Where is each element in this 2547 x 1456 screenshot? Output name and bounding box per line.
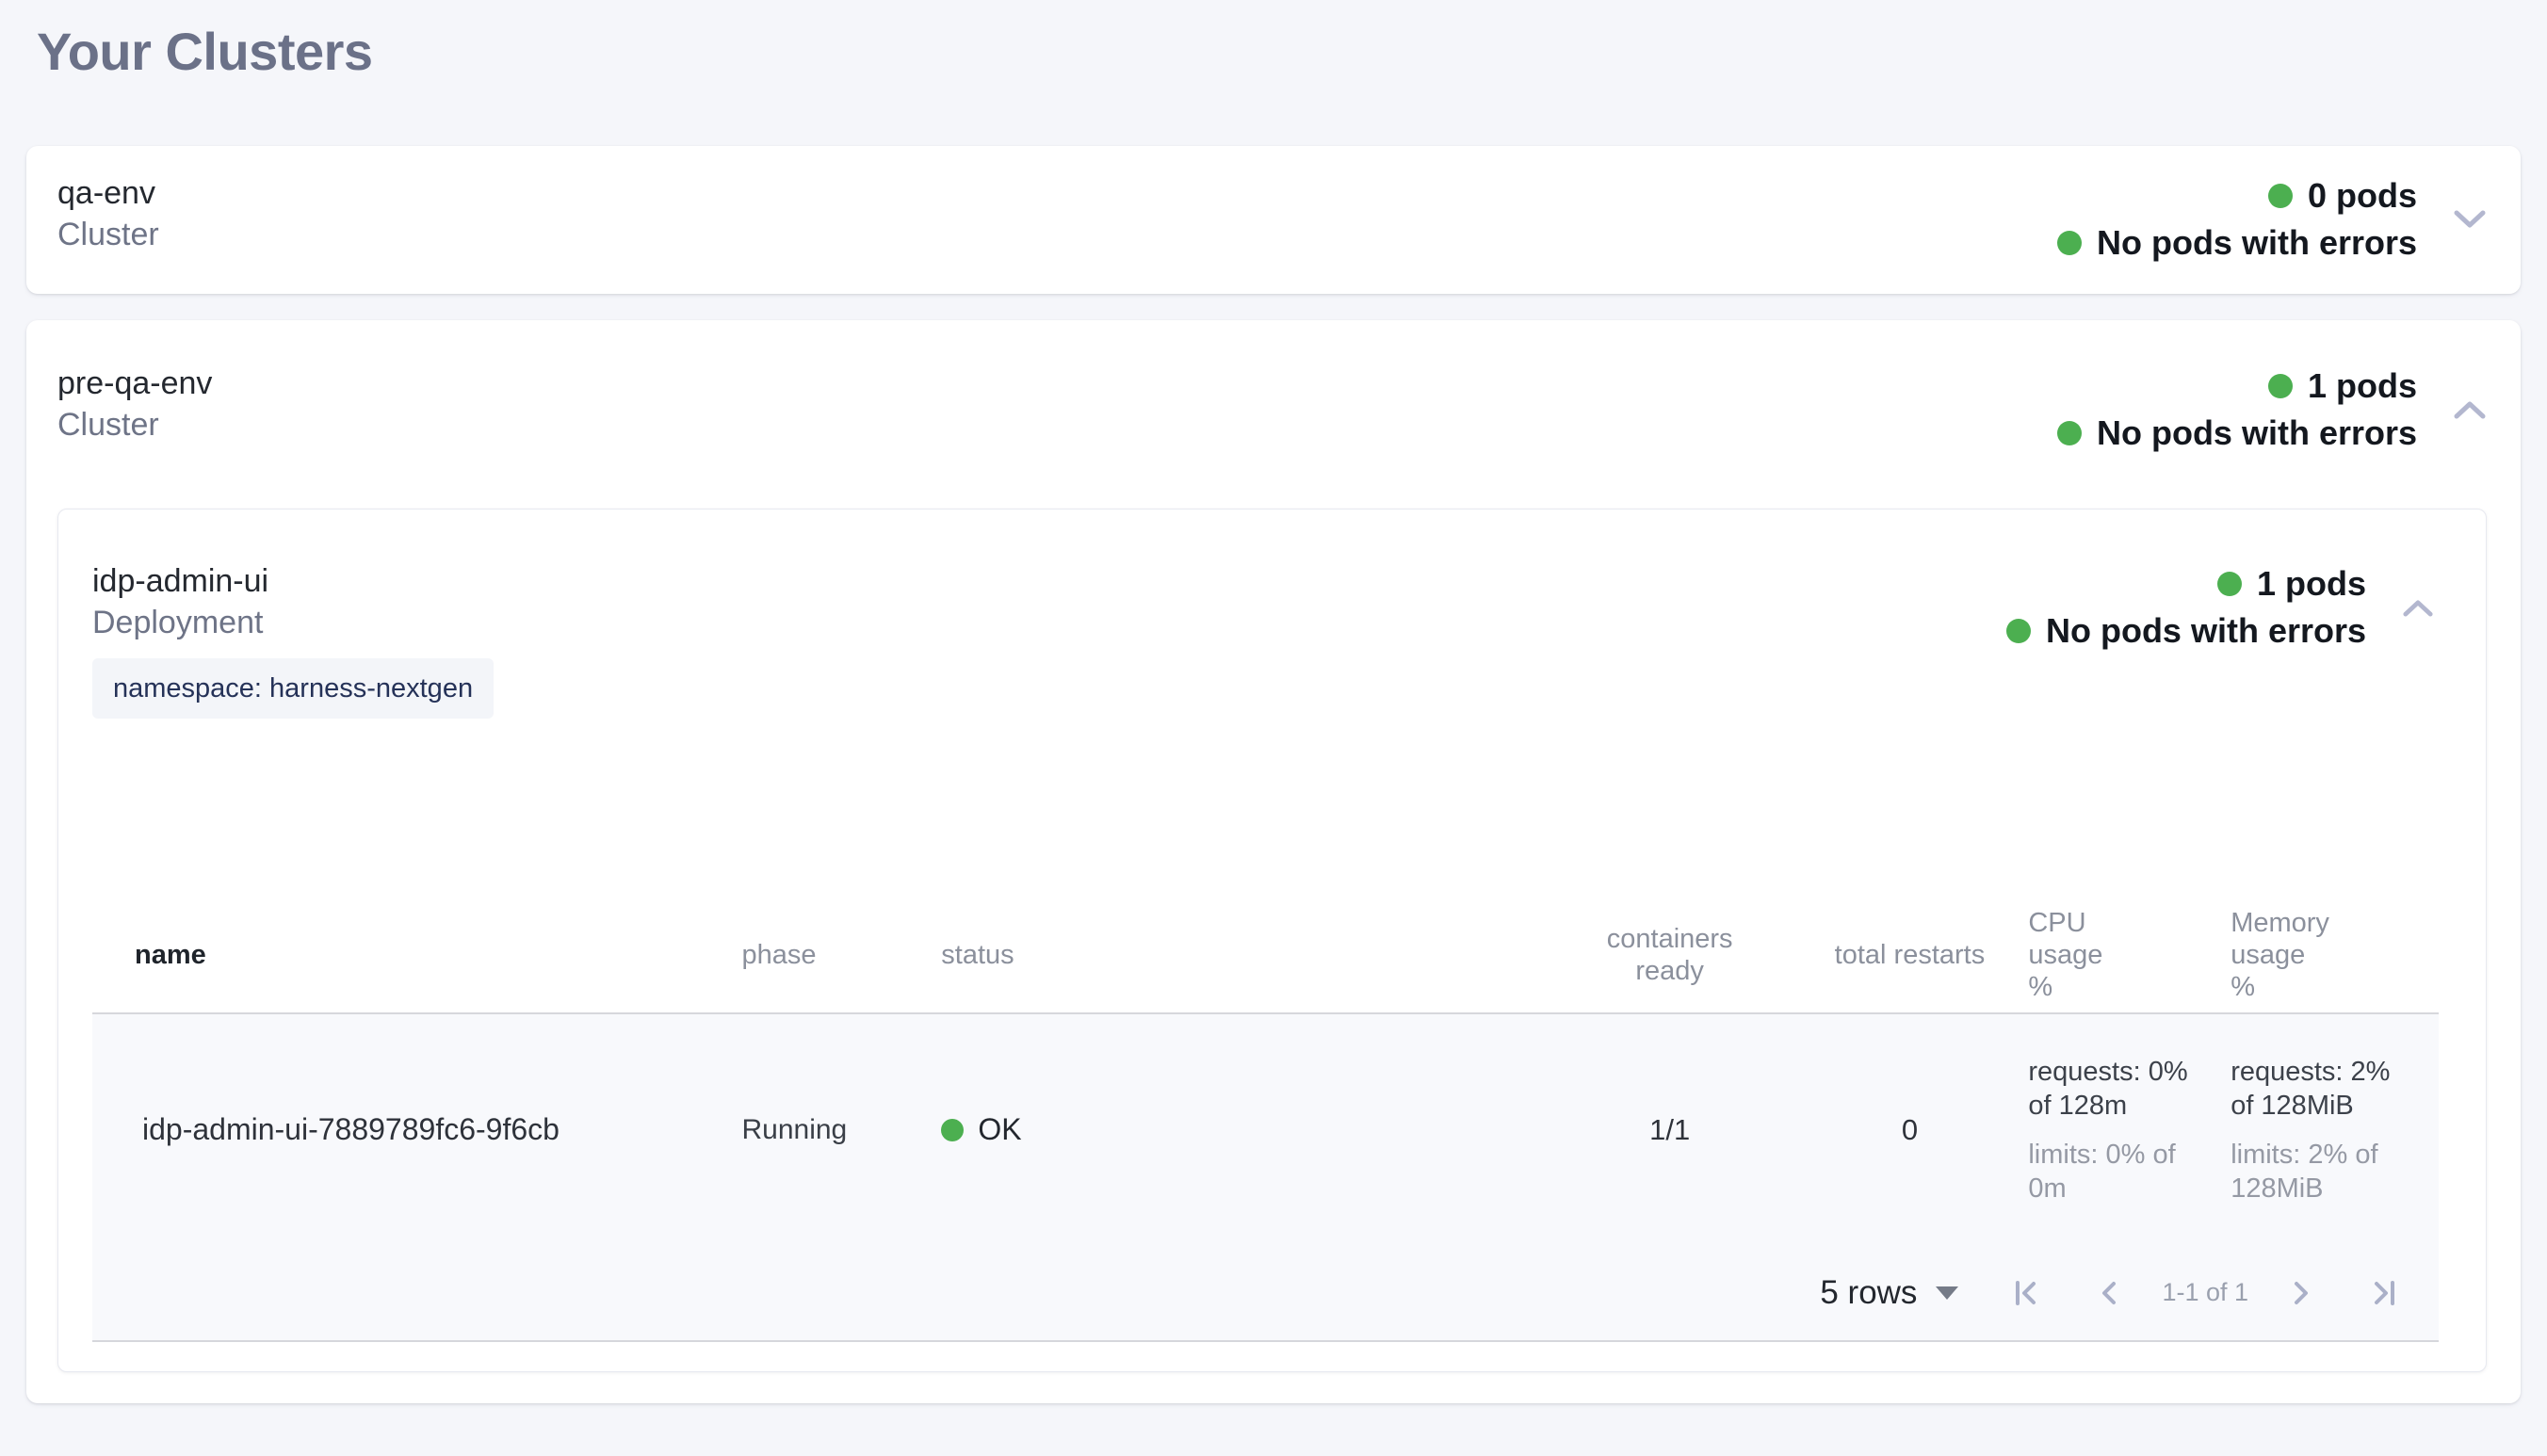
column-header-name: name <box>92 939 741 971</box>
deployment-status-block: 1 pods No pods with errors <box>2006 560 2434 655</box>
table-row: idp-admin-ui-7889789fc6-9f6cb Running OK… <box>92 1014 2439 1245</box>
cluster-status-lines: 0 pods No pods with errors <box>2057 172 2417 267</box>
cluster-name: pre-qa-env <box>57 363 212 404</box>
pods-count-line: 0 pods <box>2268 172 2417 219</box>
pods-status-dot <box>2268 184 2293 208</box>
cell-phase: Running <box>741 1114 941 1146</box>
cell-memory-usage: requests: 2% of 128MiB limits: 2% of 128… <box>2231 1055 2439 1205</box>
first-page-button[interactable] <box>2011 1278 2041 1308</box>
deployment-header[interactable]: idp-admin-ui Deployment namespace: harne… <box>58 510 2486 719</box>
cluster-status-lines: 1 pods No pods with errors <box>2057 363 2417 457</box>
chevron-up-icon[interactable] <box>2453 399 2487 420</box>
pods-count-label: 1 pods <box>2308 366 2417 406</box>
cell-cpu-usage: requests: 0% of 128m limits: 0% of 0m <box>2028 1055 2231 1205</box>
cluster-status-block: 1 pods No pods with errors <box>2057 363 2487 457</box>
status-ok-label: OK <box>978 1112 1021 1147</box>
cluster-header-qa-env[interactable]: qa-env Cluster 0 pods No pods with error… <box>26 146 2521 267</box>
deployment-type-label: Deployment <box>92 602 494 643</box>
deployment-card: idp-admin-ui Deployment namespace: harne… <box>57 509 2487 1372</box>
deployment-status-lines: 1 pods No pods with errors <box>2006 560 2366 655</box>
pods-count-label: 0 pods <box>2308 176 2417 216</box>
rows-per-page-select[interactable]: 5 rows <box>1820 1274 1958 1312</box>
page-range-label: 1-1 of 1 <box>2162 1278 2248 1307</box>
cluster-name: qa-env <box>57 172 159 214</box>
cluster-type-label: Cluster <box>57 404 212 445</box>
cluster-card-pre-qa-env: pre-qa-env Cluster 1 pods No pods with e… <box>26 320 2521 1403</box>
column-header-status: status <box>941 939 1548 971</box>
memory-requests-value: requests: 2% of 128MiB <box>2231 1055 2395 1123</box>
chevron-down-icon[interactable] <box>2453 209 2487 230</box>
cell-total-restarts: 0 <box>1792 1113 2029 1147</box>
column-header-cpu-usage: CPU usage % <box>2028 907 2231 1003</box>
cluster-card-qa-env: qa-env Cluster 0 pods No pods with error… <box>26 146 2521 294</box>
pods-errors-dot <box>2057 231 2082 255</box>
pods-count-label: 1 pods <box>2257 564 2366 604</box>
cluster-type-label: Cluster <box>57 214 159 255</box>
cluster-identity: pre-qa-env Cluster <box>57 363 212 445</box>
page-title: Your Clusters <box>37 23 2521 81</box>
cell-status: OK <box>941 1112 1548 1147</box>
column-header-total-restarts: total restarts <box>1792 939 2029 971</box>
prev-page-button[interactable] <box>2094 1278 2124 1308</box>
cell-pod-name: idp-admin-ui-7889789fc6-9f6cb <box>92 1112 741 1147</box>
table-body: idp-admin-ui-7889789fc6-9f6cb Running OK… <box>92 1014 2439 1342</box>
table-pagination: 5 rows 1-1 of 1 <box>92 1245 2439 1340</box>
pods-errors-dot <box>2057 421 2082 445</box>
pods-errors-label: No pods with errors <box>2097 223 2417 263</box>
pods-table: name phase status containers ready total… <box>92 719 2439 1342</box>
pods-errors-label: No pods with errors <box>2046 611 2366 651</box>
column-header-containers-ready: containers ready <box>1549 923 1792 987</box>
column-header-memory-usage: Memory usage % <box>2231 907 2439 1003</box>
pods-errors-label: No pods with errors <box>2097 413 2417 453</box>
next-page-button[interactable] <box>2286 1278 2316 1308</box>
rows-per-page-value: 5 rows <box>1820 1274 1917 1312</box>
deployment-identity: idp-admin-ui Deployment namespace: harne… <box>92 560 494 719</box>
pods-count-line: 1 pods <box>2217 560 2366 607</box>
cell-containers-ready: 1/1 <box>1549 1113 1792 1147</box>
pods-errors-dot <box>2006 619 2031 643</box>
table-header-row: name phase status containers ready total… <box>92 907 2439 1014</box>
last-page-button[interactable] <box>2369 1278 2399 1308</box>
pods-status-dot <box>2217 572 2242 596</box>
cpu-requests-value: requests: 0% of 128m <box>2028 1055 2193 1123</box>
cluster-identity: qa-env Cluster <box>57 172 159 255</box>
deployment-name: idp-admin-ui <box>92 560 494 602</box>
caret-down-icon <box>1936 1286 1958 1300</box>
pods-errors-line: No pods with errors <box>2057 410 2417 457</box>
pods-status-dot <box>2268 374 2293 398</box>
memory-limits-value: limits: 2% of 128MiB <box>2231 1138 2395 1205</box>
clusters-page: Your Clusters qa-env Cluster 0 pods No p… <box>0 23 2547 1403</box>
pods-errors-line: No pods with errors <box>2006 607 2366 655</box>
pods-errors-line: No pods with errors <box>2057 219 2417 267</box>
cpu-limits-value: limits: 0% of 0m <box>2028 1138 2193 1205</box>
cluster-status-block: 0 pods No pods with errors <box>2057 172 2487 267</box>
chevron-up-icon[interactable] <box>2402 598 2434 618</box>
namespace-badge: namespace: harness-nextgen <box>92 658 494 719</box>
cluster-header-pre-qa-env[interactable]: pre-qa-env Cluster 1 pods No pods with e… <box>26 320 2521 457</box>
pods-count-line: 1 pods <box>2268 363 2417 410</box>
column-header-phase: phase <box>741 939 941 971</box>
status-ok-dot <box>941 1119 964 1141</box>
